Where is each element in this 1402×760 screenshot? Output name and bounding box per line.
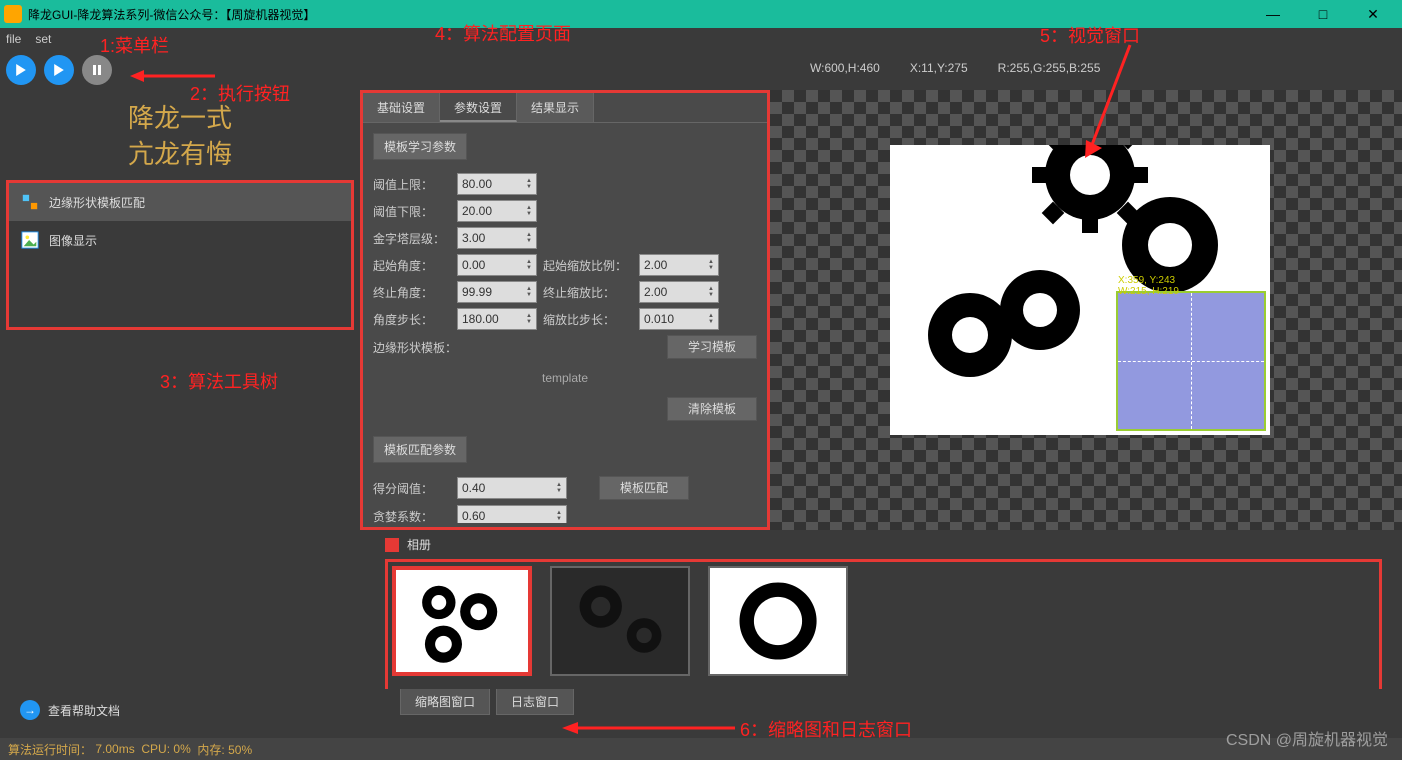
tree-item-label: 边缘形状模板匹配 bbox=[49, 194, 145, 211]
menu-bar: file set bbox=[0, 28, 1402, 50]
pyramid-label: 金字塔层级： bbox=[373, 230, 451, 247]
tree-item-image-display[interactable]: 图像显示 bbox=[9, 221, 351, 259]
status-runtime: 7.00ms bbox=[95, 742, 134, 756]
image-icon bbox=[21, 231, 39, 249]
status-mem: 内存: 50% bbox=[197, 741, 252, 758]
arrow-6 bbox=[560, 718, 740, 738]
tab-result[interactable]: 结果显示 bbox=[517, 93, 594, 122]
minimize-button[interactable]: — bbox=[1258, 6, 1288, 23]
greedy-input[interactable]: 0.60▲▼ bbox=[457, 505, 567, 523]
canvas-image[interactable]: X:359, Y:243W:215, H:219 bbox=[890, 145, 1270, 435]
pause-button[interactable] bbox=[82, 55, 112, 85]
end-ang-input[interactable]: 99.99▲▼ bbox=[457, 281, 537, 303]
run-button[interactable] bbox=[6, 55, 36, 85]
thresh-hi-label: 阈值上限： bbox=[373, 176, 451, 193]
left-panel: 降龙一式 亢龙有悔 边缘形状模板匹配 图像显示 bbox=[0, 90, 360, 530]
shape-label: 边缘形状模板： bbox=[373, 339, 473, 356]
tree-item-shape-match[interactable]: 边缘形状模板匹配 bbox=[9, 183, 351, 221]
config-panel: 基础设置 参数设置 结果显示 模板学习参数 阈值上限： 80.00▲▼ 阈值下限：… bbox=[360, 90, 770, 530]
tab-param[interactable]: 参数设置 bbox=[440, 93, 517, 122]
viewport[interactable]: W:600,H:460 X:11,Y:275 R:255,G:255,B:255… bbox=[770, 90, 1402, 530]
learn-template-button[interactable]: 学习模板 bbox=[667, 335, 757, 359]
scale-step-input[interactable]: 0.010▲▼ bbox=[639, 308, 719, 330]
thresh-lo-input[interactable]: 20.00▲▼ bbox=[457, 200, 537, 222]
status-cpu: CPU: 0% bbox=[141, 742, 190, 756]
watermark: CSDN @周旋机器视觉 bbox=[1226, 726, 1388, 750]
help-label: 查看帮助文档 bbox=[48, 702, 120, 719]
info-xy: X:11,Y:275 bbox=[910, 61, 968, 75]
tree-item-label: 图像显示 bbox=[49, 232, 97, 249]
thresh-hi-input[interactable]: 80.00▲▼ bbox=[457, 173, 537, 195]
clear-template-button[interactable]: 清除模板 bbox=[667, 397, 757, 421]
shape-icon bbox=[21, 193, 39, 211]
run-step-button[interactable] bbox=[44, 55, 74, 85]
maximize-button[interactable]: □ bbox=[1308, 6, 1338, 23]
start-ang-input[interactable]: 0.00▲▼ bbox=[457, 254, 537, 276]
greedy-label: 贪婪系数： bbox=[373, 508, 451, 524]
help-link[interactable]: → 查看帮助文档 bbox=[6, 690, 134, 730]
thumbnail-1[interactable] bbox=[392, 566, 532, 676]
scale-step-label: 缩放比步长： bbox=[543, 311, 633, 328]
app-icon bbox=[4, 5, 22, 23]
tab-basic[interactable]: 基础设置 bbox=[363, 93, 440, 122]
brand-line2: 亢龙有悔 bbox=[0, 136, 360, 172]
brand-line1: 降龙一式 bbox=[0, 100, 360, 136]
window-title: 降龙GUI-降龙算法系列-微信公众号：【周旋机器视觉】 bbox=[28, 6, 1258, 23]
album-title: 相册 bbox=[407, 536, 431, 553]
tab-thumbnail[interactable]: 缩略图窗口 bbox=[400, 689, 490, 715]
title-bar: 降龙GUI-降龙算法系列-微信公众号：【周旋机器视觉】 — □ ✕ bbox=[0, 0, 1402, 28]
start-scale-label: 起始缩放比例： bbox=[543, 257, 633, 274]
ang-step-label: 角度步长： bbox=[373, 311, 451, 328]
end-scale-label: 终止缩放比： bbox=[543, 284, 633, 301]
start-scale-input[interactable]: 2.00▲▼ bbox=[639, 254, 719, 276]
menu-set[interactable]: set bbox=[35, 32, 51, 46]
roi-coords2: W:215, H:219 bbox=[1118, 286, 1179, 297]
status-runtime-label: 算法运行时间： bbox=[8, 741, 92, 758]
start-ang-label: 起始角度： bbox=[373, 257, 451, 274]
score-input[interactable]: 0.40▲▼ bbox=[457, 477, 567, 499]
end-ang-label: 终止角度： bbox=[373, 284, 451, 301]
close-button[interactable]: ✕ bbox=[1358, 6, 1388, 23]
match-button[interactable]: 模板匹配 bbox=[599, 476, 689, 500]
roi-box[interactable]: X:359, Y:243W:215, H:219 bbox=[1116, 291, 1266, 431]
template-name: template bbox=[373, 371, 757, 385]
thumbnail-strip bbox=[385, 559, 1382, 689]
info-wh: W:600,H:460 bbox=[810, 61, 880, 75]
help-icon: → bbox=[20, 700, 40, 720]
pyramid-input[interactable]: 3.00▲▼ bbox=[457, 227, 537, 249]
menu-file[interactable]: file bbox=[6, 32, 21, 46]
status-bar: 算法运行时间： 7.00ms CPU: 0% 内存: 50% bbox=[0, 738, 1402, 760]
thresh-lo-label: 阈值下限： bbox=[373, 203, 451, 220]
album-panel: 相册 缩略图窗口 日志窗口 bbox=[0, 530, 1402, 721]
tab-log[interactable]: 日志窗口 bbox=[496, 689, 574, 715]
ang-step-input[interactable]: 180.00▲▼ bbox=[457, 308, 537, 330]
roi-coords: X:359, Y:243 bbox=[1118, 275, 1175, 286]
group-match: 模板匹配参数 bbox=[373, 436, 467, 463]
end-scale-input[interactable]: 2.00▲▼ bbox=[639, 281, 719, 303]
tool-tree: 边缘形状模板匹配 图像显示 bbox=[6, 180, 354, 330]
info-rgb: R:255,G:255,B:255 bbox=[998, 61, 1101, 75]
album-icon bbox=[385, 538, 399, 552]
thumbnail-2[interactable] bbox=[550, 566, 690, 676]
group-learn: 模板学习参数 bbox=[373, 133, 467, 160]
thumbnail-3[interactable] bbox=[708, 566, 848, 676]
score-label: 得分阈值： bbox=[373, 480, 451, 497]
